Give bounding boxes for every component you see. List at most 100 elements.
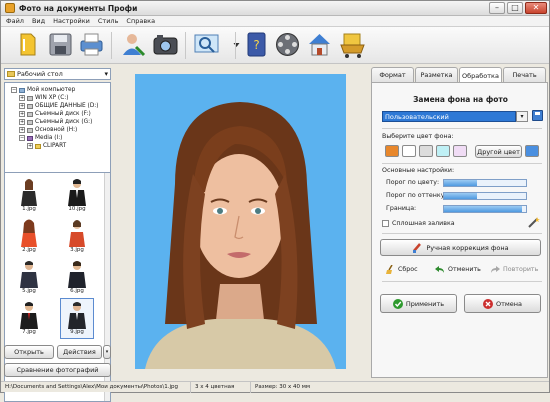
panel-title: Замена фона на фото xyxy=(413,95,508,104)
photo-thumbnail xyxy=(68,302,86,329)
redo-label: Повторить xyxy=(503,266,539,273)
actions-dropdown-icon[interactable]: ▾ xyxy=(103,345,111,359)
tree-item-label: Съемный диск (G:) xyxy=(35,119,93,125)
redo-button[interactable]: Повторить xyxy=(490,265,538,274)
open-button[interactable]: Открыть xyxy=(4,345,54,359)
location-dropdown[interactable]: Рабочий стол ▾ xyxy=(4,68,111,80)
maximize-button[interactable]: □ xyxy=(507,2,523,14)
chevron-down-icon[interactable]: ▾ xyxy=(516,111,528,122)
swatch-lavender[interactable] xyxy=(453,145,467,157)
scan-icon[interactable] xyxy=(192,30,221,59)
camera-icon[interactable] xyxy=(151,30,180,59)
swatch-light-cyan[interactable] xyxy=(436,145,450,157)
undo-button[interactable]: Отменить xyxy=(435,265,481,274)
minimize-button[interactable]: – xyxy=(489,2,505,14)
expand-icon[interactable]: + xyxy=(19,127,25,133)
thumbnail-item[interactable]: 10.jpg xyxy=(61,176,93,215)
drive-icon xyxy=(27,111,33,117)
actions-button[interactable]: Действия xyxy=(57,345,102,359)
other-color-button[interactable]: Другой цвет xyxy=(475,145,522,158)
thumbnail-item[interactable]: 3.jpg xyxy=(61,217,93,256)
redo-arrow-icon xyxy=(491,266,500,273)
border-slider[interactable] xyxy=(443,205,527,213)
background-color-label: Выберите цвет фона: xyxy=(382,133,454,140)
expand-icon[interactable]: + xyxy=(19,111,25,117)
thumbnail-item[interactable]: 6.jpg xyxy=(61,258,93,297)
thumbnail-caption: 10.jpg xyxy=(68,206,86,212)
tab-bar: Формат Разметка Обработка Печать xyxy=(371,67,548,83)
portrait-photo[interactable] xyxy=(135,74,346,369)
swatch-orange[interactable] xyxy=(385,145,399,157)
swatch-white[interactable] xyxy=(402,145,416,157)
thumbnail-item[interactable]: 5.jpg xyxy=(13,258,45,297)
swatch-current-color[interactable] xyxy=(525,145,539,157)
manual-correction-button[interactable]: Ручная коррекция фона xyxy=(380,239,541,256)
save-preset-icon[interactable] xyxy=(532,110,543,121)
print-icon[interactable] xyxy=(77,30,106,59)
tree-item[interactable]: + Основной (H:) xyxy=(19,126,77,134)
open-icon[interactable] xyxy=(13,30,42,59)
film-icon[interactable] xyxy=(273,30,302,59)
menu-settings[interactable]: Настройки xyxy=(53,17,90,25)
threshold-shade-slider[interactable] xyxy=(443,192,527,200)
tree-item[interactable]: + Съемный диск (G:) xyxy=(19,118,92,126)
tree-item[interactable]: + CLIPART xyxy=(27,142,66,150)
manual-correction-label: Ручная коррекция фона xyxy=(426,243,509,252)
user-icon[interactable] xyxy=(118,30,147,59)
expand-icon[interactable]: + xyxy=(19,119,25,125)
collapse-icon[interactable]: − xyxy=(11,87,17,93)
tree-item[interactable]: − Мой компьютер xyxy=(11,86,75,94)
scan-dropdown-icon[interactable] xyxy=(222,30,240,59)
tree-item-label: ОБЩИЕ ДАННЫЕ (D:) xyxy=(35,103,99,109)
tab-format[interactable]: Формат xyxy=(371,67,414,82)
chevron-down-icon[interactable]: ▾ xyxy=(104,70,108,78)
help-book-icon[interactable]: ? xyxy=(242,30,271,59)
magic-wand-icon[interactable] xyxy=(527,216,540,229)
menu-style[interactable]: Стиль xyxy=(98,17,119,25)
tree-item[interactable]: − Media (I:) xyxy=(19,134,62,142)
menu-view[interactable]: Вид xyxy=(32,17,45,25)
thumbnail-item-selected[interactable]: 9.jpg xyxy=(60,298,94,339)
menu-bar: Файл Вид Настройки Стиль Справка xyxy=(1,16,549,27)
swatch-gray[interactable] xyxy=(419,145,433,157)
menu-file[interactable]: Файл xyxy=(6,17,24,25)
expand-icon[interactable]: + xyxy=(19,95,25,101)
photo-thumbnail xyxy=(20,302,38,329)
thumbnail-item[interactable]: 7.jpg xyxy=(13,299,45,338)
app-logo-icon xyxy=(5,3,15,13)
tree-item-label: Мой компьютер xyxy=(27,87,76,93)
tab-processing[interactable]: Обработка xyxy=(459,67,502,83)
reset-button[interactable]: Сброс xyxy=(386,265,418,274)
save-icon[interactable] xyxy=(46,30,75,59)
solid-fill-checkbox[interactable] xyxy=(382,220,389,227)
home-icon[interactable] xyxy=(305,30,334,59)
tree-item[interactable]: + WIN XP (C:) xyxy=(19,94,68,102)
drive-icon xyxy=(27,95,33,101)
undo-arrow-icon xyxy=(435,266,444,273)
tab-layout[interactable]: Разметка xyxy=(415,67,458,82)
thumbnail-item[interactable]: 2.jpg xyxy=(13,217,45,256)
shopping-cart-icon[interactable] xyxy=(338,30,367,59)
compare-photos-button[interactable]: Сравнение фотографий xyxy=(4,363,111,377)
tree-item[interactable]: + ОБЩИЕ ДАННЫЕ (D:) xyxy=(19,102,99,110)
photo-thumbnail xyxy=(21,219,37,247)
thumbnail-item[interactable]: 1.jpg xyxy=(13,176,45,215)
photo-thumbnail xyxy=(20,261,38,288)
app-window: Фото на документы Профи – □ ✕ Файл Вид Н… xyxy=(0,0,550,402)
cancel-button[interactable]: Отмена xyxy=(464,294,541,313)
tab-print[interactable]: Печать xyxy=(503,67,546,82)
cancel-label: Отмена xyxy=(495,299,523,308)
border-label: Граница: xyxy=(386,205,417,212)
threshold-color-slider[interactable] xyxy=(443,179,527,187)
apply-button[interactable]: Применить xyxy=(380,294,457,313)
collapse-icon[interactable]: − xyxy=(19,135,25,141)
expand-icon[interactable]: + xyxy=(19,103,25,109)
reset-label: Сброс xyxy=(398,266,418,273)
menu-help[interactable]: Справка xyxy=(126,17,155,25)
photo-thumbnail xyxy=(68,261,86,288)
close-button[interactable]: ✕ xyxy=(525,2,547,14)
preset-select[interactable]: Пользовательский ▾ xyxy=(382,111,528,122)
window-title: Фото на документы Профи xyxy=(19,3,138,13)
expand-icon[interactable]: + xyxy=(27,143,33,149)
tree-item[interactable]: + Съемный диск (F:) xyxy=(19,110,91,118)
